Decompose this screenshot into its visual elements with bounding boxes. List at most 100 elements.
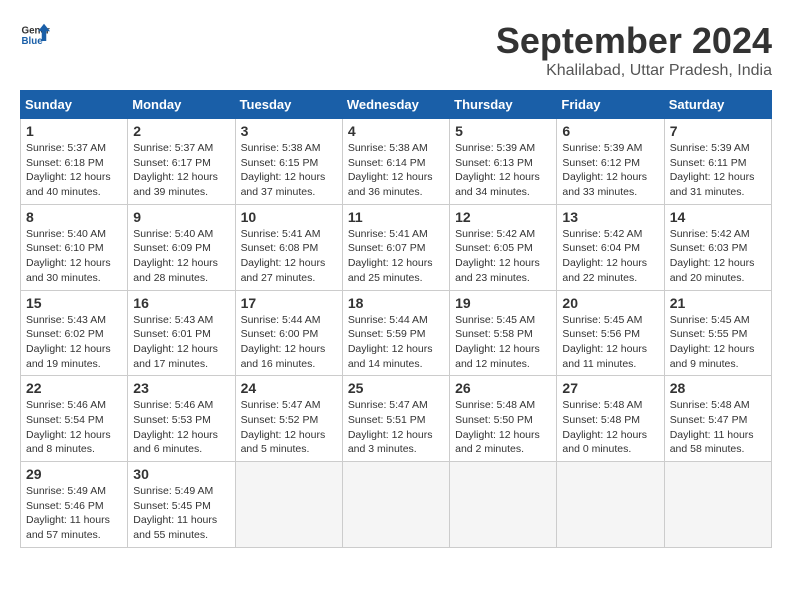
day-info: Sunrise: 5:38 AM Sunset: 6:15 PM Dayligh…: [241, 141, 337, 200]
header-sunday: Sunday: [21, 91, 128, 119]
day-info: Sunrise: 5:44 AM Sunset: 5:59 PM Dayligh…: [348, 313, 444, 372]
day-info: Sunrise: 5:48 AM Sunset: 5:47 PM Dayligh…: [670, 398, 766, 457]
empty-cell: [450, 462, 557, 548]
day-info: Sunrise: 5:41 AM Sunset: 6:08 PM Dayligh…: [241, 227, 337, 286]
day-number: 13: [562, 209, 658, 225]
day-cell-4: 4 Sunrise: 5:38 AM Sunset: 6:14 PM Dayli…: [342, 119, 449, 205]
day-cell-28: 28 Sunrise: 5:48 AM Sunset: 5:47 PM Dayl…: [664, 376, 771, 462]
week-row-2: 8 Sunrise: 5:40 AM Sunset: 6:10 PM Dayli…: [21, 204, 772, 290]
week-row-5: 29 Sunrise: 5:49 AM Sunset: 5:46 PM Dayl…: [21, 462, 772, 548]
day-cell-9: 9 Sunrise: 5:40 AM Sunset: 6:09 PM Dayli…: [128, 204, 235, 290]
day-cell-15: 15 Sunrise: 5:43 AM Sunset: 6:02 PM Dayl…: [21, 290, 128, 376]
calendar-table: Sunday Monday Tuesday Wednesday Thursday…: [20, 90, 772, 548]
day-info: Sunrise: 5:39 AM Sunset: 6:13 PM Dayligh…: [455, 141, 551, 200]
day-info: Sunrise: 5:45 AM Sunset: 5:55 PM Dayligh…: [670, 313, 766, 372]
day-number: 22: [26, 380, 122, 396]
header-friday: Friday: [557, 91, 664, 119]
day-cell-7: 7 Sunrise: 5:39 AM Sunset: 6:11 PM Dayli…: [664, 119, 771, 205]
day-cell-5: 5 Sunrise: 5:39 AM Sunset: 6:13 PM Dayli…: [450, 119, 557, 205]
day-info: Sunrise: 5:37 AM Sunset: 6:18 PM Dayligh…: [26, 141, 122, 200]
day-cell-3: 3 Sunrise: 5:38 AM Sunset: 6:15 PM Dayli…: [235, 119, 342, 205]
day-cell-6: 6 Sunrise: 5:39 AM Sunset: 6:12 PM Dayli…: [557, 119, 664, 205]
day-info: Sunrise: 5:46 AM Sunset: 5:53 PM Dayligh…: [133, 398, 229, 457]
week-row-3: 15 Sunrise: 5:43 AM Sunset: 6:02 PM Dayl…: [21, 290, 772, 376]
day-number: 8: [26, 209, 122, 225]
week-row-1: 1 Sunrise: 5:37 AM Sunset: 6:18 PM Dayli…: [21, 119, 772, 205]
header-wednesday: Wednesday: [342, 91, 449, 119]
day-number: 20: [562, 295, 658, 311]
day-cell-21: 21 Sunrise: 5:45 AM Sunset: 5:55 PM Dayl…: [664, 290, 771, 376]
day-info: Sunrise: 5:37 AM Sunset: 6:17 PM Dayligh…: [133, 141, 229, 200]
day-info: Sunrise: 5:46 AM Sunset: 5:54 PM Dayligh…: [26, 398, 122, 457]
day-number: 11: [348, 209, 444, 225]
svg-text:Blue: Blue: [22, 36, 44, 47]
day-info: Sunrise: 5:43 AM Sunset: 6:02 PM Dayligh…: [26, 313, 122, 372]
day-number: 23: [133, 380, 229, 396]
day-number: 9: [133, 209, 229, 225]
day-number: 19: [455, 295, 551, 311]
empty-cell: [664, 462, 771, 548]
day-info: Sunrise: 5:45 AM Sunset: 5:58 PM Dayligh…: [455, 313, 551, 372]
day-cell-1: 1 Sunrise: 5:37 AM Sunset: 6:18 PM Dayli…: [21, 119, 128, 205]
day-info: Sunrise: 5:42 AM Sunset: 6:05 PM Dayligh…: [455, 227, 551, 286]
day-number: 2: [133, 123, 229, 139]
day-number: 25: [348, 380, 444, 396]
title-section: September 2024 Khalilabad, Uttar Pradesh…: [496, 20, 772, 80]
day-number: 17: [241, 295, 337, 311]
day-number: 14: [670, 209, 766, 225]
day-number: 24: [241, 380, 337, 396]
day-info: Sunrise: 5:49 AM Sunset: 5:46 PM Dayligh…: [26, 484, 122, 543]
day-info: Sunrise: 5:45 AM Sunset: 5:56 PM Dayligh…: [562, 313, 658, 372]
day-cell-8: 8 Sunrise: 5:40 AM Sunset: 6:10 PM Dayli…: [21, 204, 128, 290]
day-cell-30: 30 Sunrise: 5:49 AM Sunset: 5:45 PM Dayl…: [128, 462, 235, 548]
day-number: 7: [670, 123, 766, 139]
day-cell-2: 2 Sunrise: 5:37 AM Sunset: 6:17 PM Dayli…: [128, 119, 235, 205]
day-cell-25: 25 Sunrise: 5:47 AM Sunset: 5:51 PM Dayl…: [342, 376, 449, 462]
header-thursday: Thursday: [450, 91, 557, 119]
day-cell-29: 29 Sunrise: 5:49 AM Sunset: 5:46 PM Dayl…: [21, 462, 128, 548]
day-info: Sunrise: 5:44 AM Sunset: 6:00 PM Dayligh…: [241, 313, 337, 372]
day-cell-10: 10 Sunrise: 5:41 AM Sunset: 6:08 PM Dayl…: [235, 204, 342, 290]
empty-cell: [342, 462, 449, 548]
day-cell-27: 27 Sunrise: 5:48 AM Sunset: 5:48 PM Dayl…: [557, 376, 664, 462]
month-title: September 2024: [496, 20, 772, 62]
day-cell-19: 19 Sunrise: 5:45 AM Sunset: 5:58 PM Dayl…: [450, 290, 557, 376]
day-number: 26: [455, 380, 551, 396]
day-cell-24: 24 Sunrise: 5:47 AM Sunset: 5:52 PM Dayl…: [235, 376, 342, 462]
day-number: 30: [133, 466, 229, 482]
day-cell-14: 14 Sunrise: 5:42 AM Sunset: 6:03 PM Dayl…: [664, 204, 771, 290]
day-info: Sunrise: 5:43 AM Sunset: 6:01 PM Dayligh…: [133, 313, 229, 372]
day-info: Sunrise: 5:42 AM Sunset: 6:04 PM Dayligh…: [562, 227, 658, 286]
day-number: 1: [26, 123, 122, 139]
day-number: 6: [562, 123, 658, 139]
day-number: 27: [562, 380, 658, 396]
location: Khalilabad, Uttar Pradesh, India: [496, 62, 772, 80]
day-number: 10: [241, 209, 337, 225]
day-cell-26: 26 Sunrise: 5:48 AM Sunset: 5:50 PM Dayl…: [450, 376, 557, 462]
day-number: 21: [670, 295, 766, 311]
day-info: Sunrise: 5:40 AM Sunset: 6:09 PM Dayligh…: [133, 227, 229, 286]
day-cell-16: 16 Sunrise: 5:43 AM Sunset: 6:01 PM Dayl…: [128, 290, 235, 376]
day-cell-18: 18 Sunrise: 5:44 AM Sunset: 5:59 PM Dayl…: [342, 290, 449, 376]
day-info: Sunrise: 5:40 AM Sunset: 6:10 PM Dayligh…: [26, 227, 122, 286]
header-tuesday: Tuesday: [235, 91, 342, 119]
day-info: Sunrise: 5:49 AM Sunset: 5:45 PM Dayligh…: [133, 484, 229, 543]
day-info: Sunrise: 5:42 AM Sunset: 6:03 PM Dayligh…: [670, 227, 766, 286]
empty-cell: [235, 462, 342, 548]
day-number: 15: [26, 295, 122, 311]
day-number: 4: [348, 123, 444, 139]
day-number: 18: [348, 295, 444, 311]
week-row-4: 22 Sunrise: 5:46 AM Sunset: 5:54 PM Dayl…: [21, 376, 772, 462]
page-header: General Blue September 2024 Khalilabad, …: [20, 20, 772, 80]
day-info: Sunrise: 5:39 AM Sunset: 6:12 PM Dayligh…: [562, 141, 658, 200]
day-info: Sunrise: 5:48 AM Sunset: 5:48 PM Dayligh…: [562, 398, 658, 457]
day-info: Sunrise: 5:47 AM Sunset: 5:51 PM Dayligh…: [348, 398, 444, 457]
day-cell-12: 12 Sunrise: 5:42 AM Sunset: 6:05 PM Dayl…: [450, 204, 557, 290]
day-info: Sunrise: 5:48 AM Sunset: 5:50 PM Dayligh…: [455, 398, 551, 457]
day-info: Sunrise: 5:39 AM Sunset: 6:11 PM Dayligh…: [670, 141, 766, 200]
day-number: 3: [241, 123, 337, 139]
header-row: Sunday Monday Tuesday Wednesday Thursday…: [21, 91, 772, 119]
day-number: 5: [455, 123, 551, 139]
empty-cell: [557, 462, 664, 548]
day-cell-17: 17 Sunrise: 5:44 AM Sunset: 6:00 PM Dayl…: [235, 290, 342, 376]
